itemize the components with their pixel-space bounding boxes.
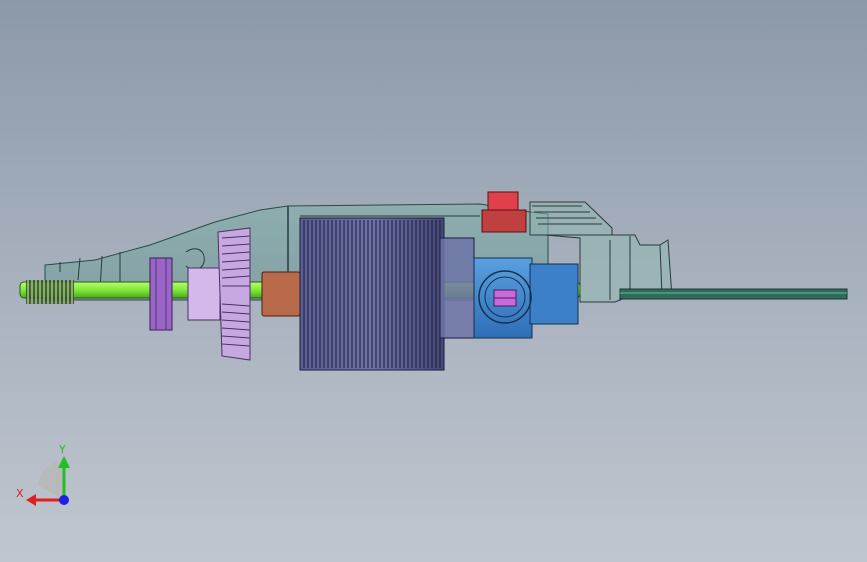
z-axis-dot [59,495,69,505]
power-switch[interactable] [481,191,527,233]
motor-armature[interactable] [299,217,445,371]
x-axis-label: X [16,487,24,500]
rear-bearing[interactable] [473,257,579,339]
commutator[interactable] [439,237,475,339]
shaft-bushing[interactable] [261,271,301,317]
coordinate-triad: Y X [16,443,70,506]
power-cord[interactable] [619,288,848,300]
spindle-collar[interactable] [149,257,173,331]
cad-viewport[interactable]: Y X [0,0,867,562]
y-axis-label: Y [58,443,66,456]
threaded-tip [26,280,74,304]
